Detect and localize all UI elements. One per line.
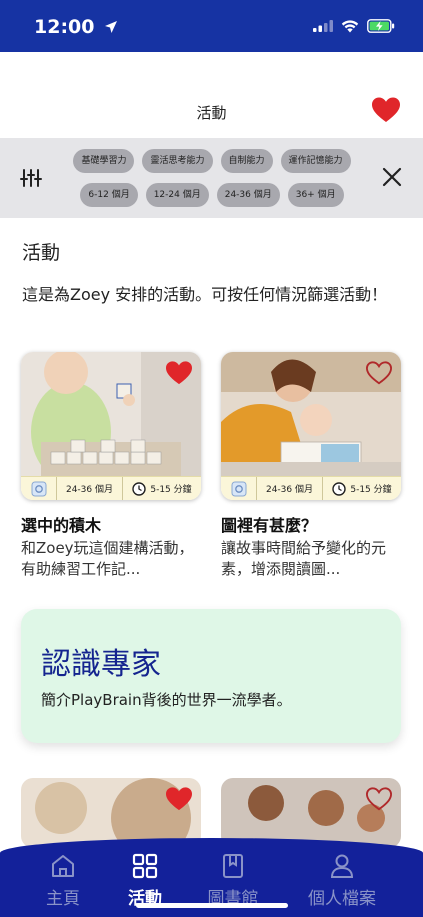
- clock-icon: [132, 481, 147, 496]
- age-range: 24-36 個月: [57, 477, 123, 500]
- filter-chip-skill[interactable]: 基礎學習力: [73, 149, 135, 173]
- tab-library[interactable]: 圖書館: [188, 852, 278, 909]
- status-bar: 12:00: [0, 0, 423, 52]
- category-cell: [221, 477, 257, 500]
- activity-meta: 24-36 個月 5-15 分鐘: [21, 476, 201, 500]
- heart-outline-icon[interactable]: [365, 786, 393, 812]
- person-icon: [330, 854, 354, 878]
- filter-chip-age[interactable]: 12-24 個月: [145, 183, 209, 207]
- filter-bar: 基礎學習力 靈活思考能力 自制能力 運作記憶能力 6-12 個月 12-24 個…: [0, 138, 423, 218]
- tab-label: 個人檔案: [308, 889, 376, 909]
- wifi-icon: [341, 19, 359, 32]
- battery-charging-icon: [367, 19, 395, 33]
- heart-filled-icon[interactable]: [165, 786, 193, 812]
- expert-title: 認識專家: [41, 647, 161, 682]
- activity-card[interactable]: 24-36 個月 5-15 分鐘 選中的積木 和Zoey玩這個建構活動，有助練習…: [21, 352, 201, 580]
- filter-chip-age[interactable]: 24-36 個月: [216, 183, 280, 207]
- tab-home[interactable]: 主頁: [18, 852, 108, 909]
- filter-chip-skill[interactable]: 運作記憶能力: [280, 149, 351, 173]
- tab-label: 主頁: [46, 889, 80, 909]
- category-icon: [31, 481, 46, 496]
- duration-text: 5-15 分鐘: [350, 485, 392, 495]
- home-indicator: [136, 903, 288, 908]
- duration-cell: 5-15 分鐘: [323, 477, 401, 500]
- status-icons: [313, 19, 395, 33]
- meet-experts-card[interactable]: 認識專家 簡介PlayBrain背後的世界一流學者。: [21, 609, 401, 743]
- status-time: 12:00: [34, 16, 118, 38]
- age-range: 24-36 個月: [257, 477, 323, 500]
- activity-card-image[interactable]: 24-36 個月 5-15 分鐘: [221, 352, 401, 500]
- book-icon: [223, 854, 243, 878]
- status-time-text: 12:00: [34, 16, 95, 38]
- home-icon: [52, 855, 74, 877]
- age-filter-row: 6-12 個月 12-24 個月 24-36 個月 36+ 個月: [62, 183, 362, 207]
- filter-chip-skill[interactable]: 自制能力: [220, 149, 273, 173]
- section-description: 這是為Zoey 安排的活動。可按任何情況篩選活動！: [22, 285, 388, 304]
- filter-chip-age[interactable]: 6-12 個月: [80, 183, 138, 207]
- filter-chip-skill[interactable]: 靈活思考能力: [142, 149, 213, 173]
- activity-meta: 24-36 個月 5-15 分鐘: [221, 476, 401, 500]
- tab-activities[interactable]: 活動: [100, 852, 190, 909]
- location-arrow-icon: [105, 21, 118, 33]
- close-icon[interactable]: [381, 166, 403, 188]
- filter-sliders-icon[interactable]: [20, 168, 42, 188]
- category-cell: [21, 477, 57, 500]
- activity-title[interactable]: 圖裡有甚麼？: [221, 512, 401, 536]
- section-title: 活動: [22, 242, 61, 264]
- category-icon: [231, 481, 246, 496]
- grid-icon: [132, 853, 158, 879]
- activity-description: 和Zoey玩這個建構活動，有助練習工作記...: [21, 539, 194, 578]
- page-header: 活動: [0, 52, 423, 138]
- filter-chip-age[interactable]: 36+ 個月: [287, 183, 344, 207]
- duration-cell: 5-15 分鐘: [123, 477, 201, 500]
- clock-icon: [332, 481, 347, 496]
- expert-description: 簡介PlayBrain背後的世界一流學者。: [41, 691, 292, 709]
- activity-card-image[interactable]: 24-36 個月 5-15 分鐘: [21, 352, 201, 500]
- duration-text: 5-15 分鐘: [150, 485, 192, 495]
- heart-filled-icon[interactable]: [165, 360, 193, 386]
- tab-profile[interactable]: 個人檔案: [292, 852, 392, 909]
- activity-card[interactable]: 24-36 個月 5-15 分鐘 圖裡有甚麼？ 讓故事時間給予變化的元素，增添閱…: [221, 352, 401, 580]
- heart-outline-icon[interactable]: [365, 360, 393, 386]
- activity-description: 讓故事時間給予變化的元素，增添閱讀圖...: [221, 539, 387, 578]
- skill-filter-row: 基礎學習力 靈活思考能力 自制能力 運作記憶能力: [62, 149, 362, 173]
- page-title: 活動: [196, 104, 227, 122]
- favorites-heart-icon[interactable]: [371, 96, 401, 124]
- activity-title[interactable]: 選中的積木: [21, 512, 201, 536]
- signal-icon: [313, 20, 333, 32]
